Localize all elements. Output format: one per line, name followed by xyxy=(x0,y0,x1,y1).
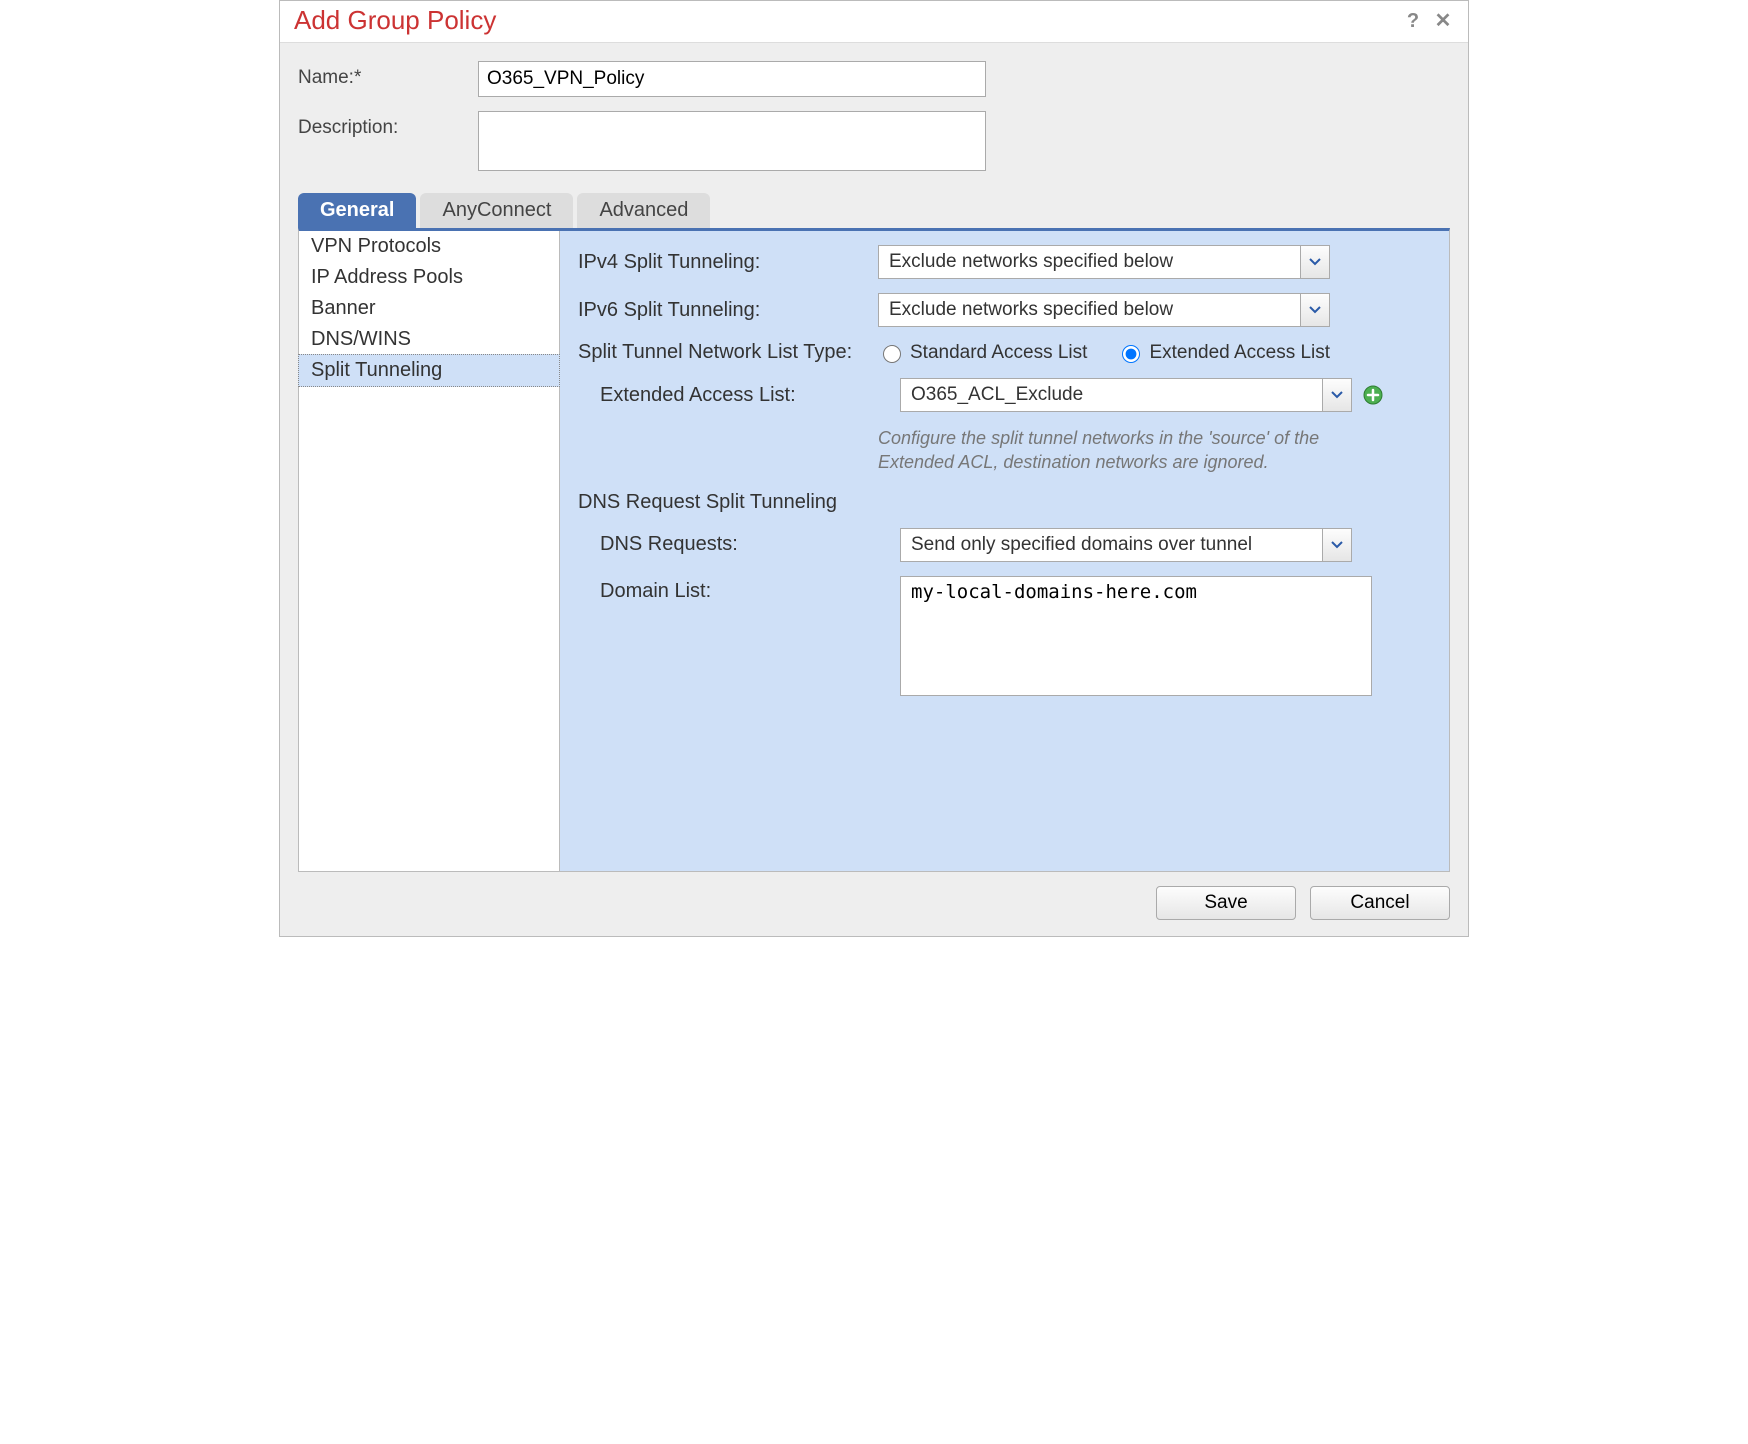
save-button[interactable]: Save xyxy=(1156,886,1296,920)
dns-requests-value: Send only specified domains over tunnel xyxy=(901,534,1322,556)
ext-acl-value: O365_ACL_Exclude xyxy=(901,384,1322,406)
titlebar: Add Group Policy ? ✕ xyxy=(280,1,1468,43)
name-label: Name:* xyxy=(298,61,478,89)
dns-requests-label: DNS Requests: xyxy=(578,533,900,556)
chevron-down-icon xyxy=(1322,379,1351,411)
dialog-footer: Save Cancel xyxy=(280,886,1468,936)
tab-bar: General AnyConnect Advanced xyxy=(280,193,1468,228)
domain-list-label: Domain List: xyxy=(578,576,900,603)
sidebar-item-banner[interactable]: Banner xyxy=(299,293,559,324)
radio-standard-input[interactable] xyxy=(883,345,901,363)
add-acl-button[interactable] xyxy=(1362,384,1384,406)
list-type-radios: Standard Access List Extended Access Lis… xyxy=(878,342,1330,364)
name-input[interactable] xyxy=(478,61,986,97)
sidebar: VPN Protocols IP Address Pools Banner DN… xyxy=(299,231,560,871)
chevron-down-icon xyxy=(1300,294,1329,326)
radio-standard[interactable]: Standard Access List xyxy=(878,342,1087,364)
tab-advanced[interactable]: Advanced xyxy=(577,193,710,228)
ext-acl-label: Extended Access List: xyxy=(578,384,900,407)
domain-list-input[interactable] xyxy=(900,576,1372,696)
add-group-policy-dialog: Add Group Policy ? ✕ Name:* Description:… xyxy=(279,0,1469,937)
description-label: Description: xyxy=(298,111,478,139)
radio-standard-label: Standard Access List xyxy=(910,342,1087,364)
radio-extended[interactable]: Extended Access List xyxy=(1117,342,1330,364)
sidebar-item-ip-address-pools[interactable]: IP Address Pools xyxy=(299,262,559,293)
radio-extended-input[interactable] xyxy=(1122,345,1140,363)
close-icon[interactable]: ✕ xyxy=(1432,10,1454,32)
ipv6-split-dropdown[interactable]: Exclude networks specified below xyxy=(878,293,1330,327)
chevron-down-icon xyxy=(1300,246,1329,278)
chevron-down-icon xyxy=(1322,529,1351,561)
radio-extended-label: Extended Access List xyxy=(1149,342,1330,364)
tab-general[interactable]: General xyxy=(298,193,416,228)
dns-section-header: DNS Request Split Tunneling xyxy=(578,491,1431,514)
top-fields: Name:* Description: xyxy=(280,43,1468,193)
sidebar-item-dns-wins[interactable]: DNS/WINS xyxy=(299,324,559,355)
ipv4-split-label: IPv4 Split Tunneling: xyxy=(578,251,878,274)
ipv6-split-value: Exclude networks specified below xyxy=(879,299,1300,321)
description-input[interactable] xyxy=(478,111,986,171)
ipv4-split-value: Exclude networks specified below xyxy=(879,251,1300,273)
ext-acl-helper: Configure the split tunnel networks in t… xyxy=(878,426,1348,475)
tab-body: VPN Protocols IP Address Pools Banner DN… xyxy=(298,228,1450,872)
sidebar-item-vpn-protocols[interactable]: VPN Protocols xyxy=(299,231,559,262)
ipv4-split-dropdown[interactable]: Exclude networks specified below xyxy=(878,245,1330,279)
list-type-label: Split Tunnel Network List Type: xyxy=(578,341,878,364)
dns-requests-dropdown[interactable]: Send only specified domains over tunnel xyxy=(900,528,1352,562)
sidebar-item-split-tunneling[interactable]: Split Tunneling xyxy=(298,354,560,387)
cancel-button[interactable]: Cancel xyxy=(1310,886,1450,920)
help-icon[interactable]: ? xyxy=(1402,10,1424,32)
ext-acl-dropdown[interactable]: O365_ACL_Exclude xyxy=(900,378,1352,412)
split-tunneling-panel: IPv4 Split Tunneling: Exclude networks s… xyxy=(560,231,1449,871)
ipv6-split-label: IPv6 Split Tunneling: xyxy=(578,299,878,322)
dialog-title: Add Group Policy xyxy=(294,5,1394,36)
tab-anyconnect[interactable]: AnyConnect xyxy=(420,193,573,228)
